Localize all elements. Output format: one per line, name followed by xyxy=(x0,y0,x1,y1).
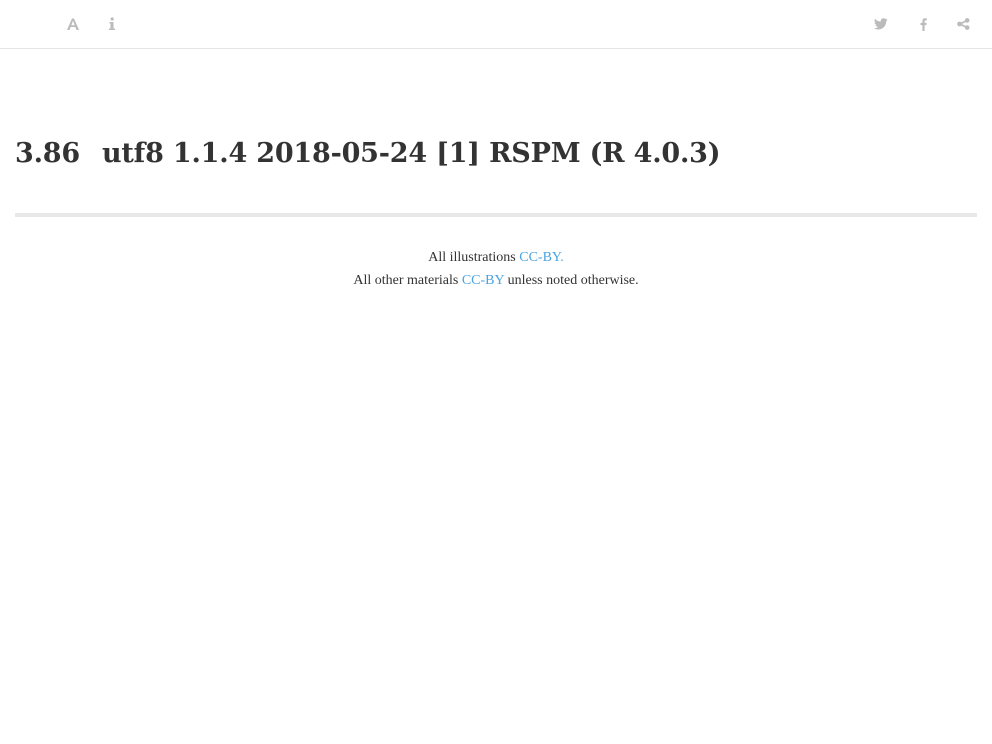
info-icon xyxy=(108,17,116,31)
info-button[interactable] xyxy=(100,12,124,36)
twitter-share-button[interactable] xyxy=(869,12,893,36)
illustrations-license-link[interactable]: CC-BY. xyxy=(519,250,563,265)
facebook-share-button[interactable] xyxy=(911,12,935,36)
materials-license-text: All other materials xyxy=(353,273,462,288)
facebook-icon xyxy=(920,17,927,31)
book-toolbar xyxy=(0,0,992,49)
section-number: 3.86 xyxy=(15,138,80,169)
font-settings-button[interactable] xyxy=(61,12,85,36)
font-settings-icon xyxy=(66,17,80,31)
materials-license-suffix: unless noted otherwise. xyxy=(504,273,639,288)
title-divider xyxy=(15,213,977,217)
share-icon xyxy=(956,18,970,30)
share-button[interactable] xyxy=(951,12,975,36)
illustrations-license-line: All illustrations CC-BY. xyxy=(0,246,992,269)
materials-license-line: All other materials CC-BY unless noted o… xyxy=(0,269,992,292)
page-title: 3.86 utf8 1.1.4 2018-05-24 [1] RSPM (R 4.… xyxy=(15,138,721,169)
license-footer: All illustrations CC-BY. All other mater… xyxy=(0,246,992,292)
illustrations-license-text: All illustrations xyxy=(428,250,520,265)
materials-license-link[interactable]: CC-BY xyxy=(462,273,504,288)
section-title-text: utf8 1.1.4 2018-05-24 [1] RSPM (R 4.0.3) xyxy=(101,138,721,169)
twitter-icon xyxy=(874,18,888,30)
